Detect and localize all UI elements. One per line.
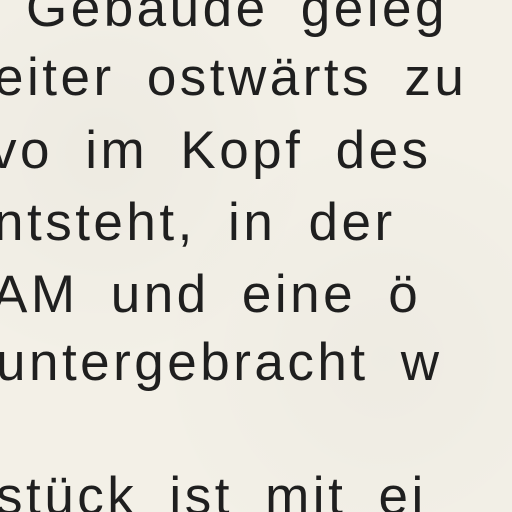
text-line-5: AM und eine ö: [0, 265, 422, 324]
text-line-1: Gebäude geleg: [26, 0, 448, 38]
text-line-4: ntsteht, in der: [0, 193, 396, 252]
text-line-7: stück ist mit ei: [0, 467, 427, 512]
text-line-2: eiter ostwärts zu: [0, 48, 468, 107]
document-page: Gebäude geleg eiter ostwärts zu vo im Ko…: [0, 0, 512, 512]
text-line-6: untergebracht w: [0, 333, 443, 392]
text-line-3: vo im Kopf des: [0, 121, 432, 180]
